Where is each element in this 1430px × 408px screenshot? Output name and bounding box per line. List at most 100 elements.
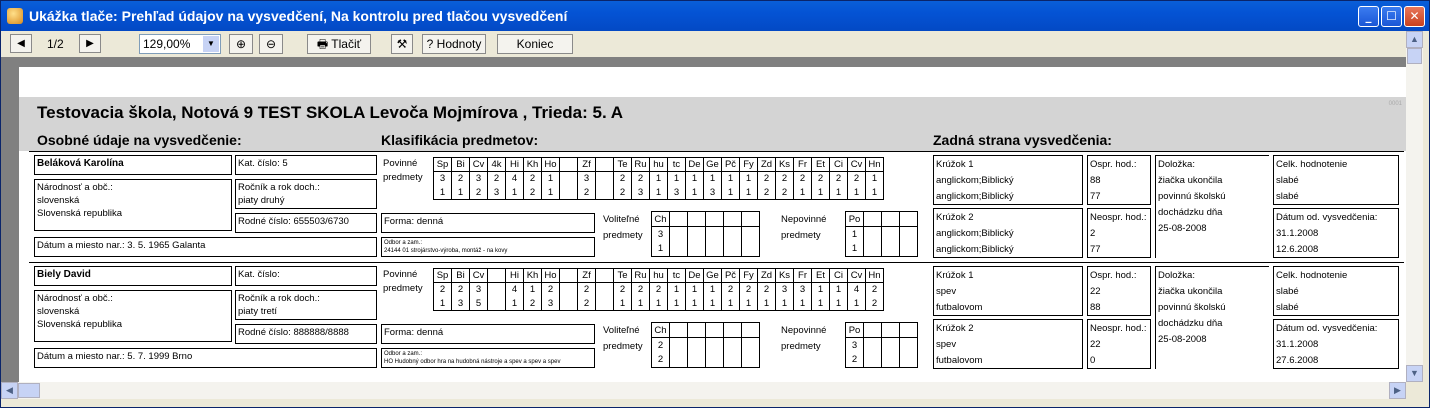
grade-table: Sp Bi Cv 4k Hi Kh Ho Zf Te Ru hu tc De Ge Pč Fy Zd Ks Fr Et… bbox=[433, 157, 884, 200]
scroll-down-icon[interactable]: ▼ bbox=[1406, 365, 1423, 382]
empty-cell bbox=[723, 211, 742, 227]
grade-cell: 2 bbox=[757, 282, 776, 297]
maximize-button[interactable]: ☐ bbox=[1381, 6, 1402, 27]
subject-cell: Te bbox=[613, 157, 632, 172]
empty-cell bbox=[687, 352, 706, 368]
subject-cell: Ge bbox=[703, 268, 722, 283]
overall-line: slabé bbox=[1276, 175, 1299, 186]
subject-cell bbox=[595, 157, 614, 172]
grade-cell bbox=[559, 282, 578, 297]
issue-date-line: 31.1.2008 bbox=[1276, 228, 1319, 239]
catalog-number: Kat. číslo: 5 bbox=[235, 155, 377, 175]
minimize-button[interactable]: _ bbox=[1358, 6, 1379, 27]
study-field-box: Odbor a zam.: 24144 01 strojárstvo-výroba… bbox=[381, 237, 595, 257]
grade-cell: 1 bbox=[721, 171, 740, 186]
values-button[interactable]: ? Hodnoty bbox=[422, 34, 486, 54]
vertical-thumb[interactable] bbox=[1407, 48, 1422, 64]
subject-cell: Te bbox=[613, 268, 632, 283]
end-label: Koniec bbox=[516, 37, 554, 51]
chevron-down-icon[interactable]: ▼ bbox=[203, 36, 219, 52]
zoom-in-icon: ⊕ bbox=[235, 37, 247, 51]
nationality-label: Národnosť a obč.: bbox=[37, 182, 113, 193]
zoom-out-icon: ⊖ bbox=[265, 37, 277, 51]
empty-cell bbox=[705, 352, 724, 368]
subject-cell: Kh bbox=[523, 268, 542, 283]
excused-line: 22 bbox=[1090, 286, 1101, 297]
clause-line: dochádzku dňa bbox=[1158, 318, 1223, 329]
prev-page-button[interactable]: ◀ bbox=[10, 34, 32, 53]
student-name: Beláková Karolína bbox=[34, 155, 232, 175]
grade-cell: 1 bbox=[649, 296, 668, 311]
grade-cell: 2 bbox=[631, 171, 650, 186]
print-button[interactable]: 🖶 Tlačiť bbox=[307, 34, 371, 54]
nationality-box: Národnosť a obč.: slovenská Slovenská repu… bbox=[34, 290, 232, 342]
scroll-left-icon[interactable]: ◀ bbox=[1, 382, 18, 399]
grade-cell: 2 bbox=[739, 282, 758, 297]
tools-button[interactable]: ⚒ bbox=[391, 34, 413, 54]
subject-cell: Hn bbox=[865, 157, 884, 172]
empty-cell bbox=[669, 322, 688, 338]
empty-cell bbox=[881, 352, 900, 368]
nonmandatory-grade-table: Po 3 2 bbox=[845, 322, 918, 368]
clause-line: povinnú školskú bbox=[1158, 302, 1226, 313]
grade-year-label: Ročník a rok doch.: bbox=[238, 293, 320, 304]
grade-cell: 2 bbox=[811, 171, 830, 186]
clause-line: žiačka ukončila bbox=[1158, 286, 1223, 297]
optional-grade-table: Ch 2 2 bbox=[651, 322, 760, 368]
grade-cell: 4 bbox=[505, 171, 524, 186]
horizontal-thumb[interactable] bbox=[18, 383, 40, 398]
citizenship-value: Slovenská republika bbox=[37, 208, 123, 219]
section-back: Zadná strana vysvedčenia: bbox=[933, 132, 1112, 148]
end-button[interactable]: Koniec bbox=[497, 34, 573, 54]
subject-cell: Hn bbox=[865, 268, 884, 283]
zoom-in-button[interactable]: ⊕ bbox=[229, 34, 253, 54]
nonmandatory-label-1: Nepovinné bbox=[781, 325, 827, 336]
scroll-up-icon[interactable]: ▲ bbox=[1406, 31, 1423, 48]
grade-cell: 2 bbox=[523, 185, 542, 200]
excused-line: 77 bbox=[1090, 191, 1101, 202]
grade-year-box: Ročník a rok doch.: piaty tretí bbox=[235, 290, 377, 320]
grade-cell bbox=[595, 171, 614, 186]
grade-cell: 3 bbox=[667, 185, 686, 200]
grade-cell bbox=[595, 296, 614, 311]
excused-hours-box: Ospr. hod.: 88 77 bbox=[1087, 155, 1151, 205]
next-page-button[interactable]: ▶ bbox=[79, 34, 101, 53]
horizontal-scrollbar[interactable]: ◀ ▶ bbox=[1, 382, 1406, 399]
close-button[interactable]: ✕ bbox=[1404, 6, 1425, 27]
clause-line: 25-08-2008 bbox=[1158, 223, 1207, 234]
grade-table: Sp Bi Cv Hi Kh Ho Zf Te Ru hu tc De Ge Pč Fy Zd Ks Fr Et Ci… bbox=[433, 268, 884, 311]
zoom-select[interactable]: 129,00% ▼ bbox=[139, 34, 221, 54]
birth-number: Rodné číslo: 655503/6730 bbox=[235, 213, 377, 233]
printer-icon: 🖶 bbox=[316, 37, 329, 51]
grade-cell: 1 bbox=[667, 296, 686, 311]
mandatory-label-2: predmety bbox=[383, 283, 423, 294]
grade-cell: 1 bbox=[793, 296, 812, 311]
subject-cell: Zd bbox=[757, 157, 776, 172]
grade-cell: 1 bbox=[829, 296, 848, 311]
grade-cell: 3 bbox=[487, 185, 506, 200]
grade-cell: 2 bbox=[577, 296, 596, 311]
subject-cell: Ho bbox=[541, 268, 560, 283]
club1-line: anglickom;Biblický bbox=[936, 191, 1014, 202]
empty-cell bbox=[705, 337, 724, 353]
subject-cell: Zf bbox=[577, 157, 596, 172]
empty-cell bbox=[669, 337, 688, 353]
subject-cell: Et bbox=[811, 268, 830, 283]
scroll-right-icon[interactable]: ▶ bbox=[1389, 382, 1406, 399]
grade-cell: 3 bbox=[451, 296, 470, 311]
grade-cell: 2 bbox=[613, 282, 632, 297]
unexcused-line: 2 bbox=[1090, 228, 1096, 239]
club2-box: Krúžok 2 anglickom;Biblický anglickom;Bibl… bbox=[933, 208, 1083, 258]
clause-line: Doložka: bbox=[1158, 159, 1195, 170]
subject-cell: Hi bbox=[505, 157, 524, 172]
grade-cell: 1 bbox=[649, 171, 668, 186]
vertical-scrollbar[interactable]: ▲ ▼ bbox=[1406, 31, 1423, 382]
subject-cell: 4k bbox=[487, 157, 506, 172]
overall-line: Celk. hodnotenie bbox=[1276, 270, 1348, 281]
page-indicator: 1/2 bbox=[47, 37, 64, 51]
zoom-out-button[interactable]: ⊖ bbox=[259, 34, 283, 54]
club2-line: spev bbox=[936, 339, 957, 350]
overall-rating-box: Celk. hodnotenie slabé slabé bbox=[1273, 266, 1399, 316]
title-bar[interactable]: Ukážka tlače: Prehľad údajov na vysvedče… bbox=[1, 1, 1429, 31]
empty-cell bbox=[705, 322, 724, 338]
